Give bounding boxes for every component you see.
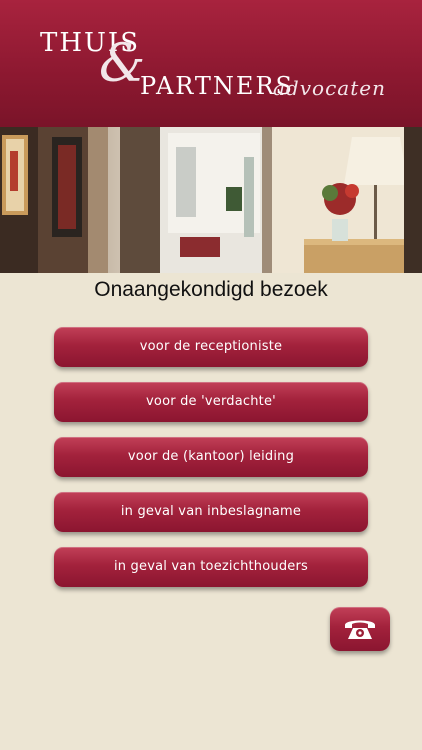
logo-text-advocaten: advocaten [273, 76, 386, 100]
button-kantoor-leiding[interactable]: voor de (kantoor) leiding [54, 437, 368, 477]
phone-icon [345, 620, 375, 639]
header-banner: THUIS & PARTNERS advocaten [0, 0, 422, 127]
office-photo-illustration [0, 127, 422, 273]
logo-text-partners: PARTNERS [140, 72, 294, 100]
button-inbeslagname[interactable]: in geval van inbeslagname [54, 492, 368, 532]
logo-ampersand: & [99, 34, 146, 94]
page-title: Onaangekondigd bezoek [94, 278, 328, 301]
button-verdachte[interactable]: voor de 'verdachte' [54, 382, 368, 422]
button-toezichthouders[interactable]: in geval van toezichthouders [54, 547, 368, 587]
office-photo [0, 127, 422, 273]
call-button[interactable] [330, 607, 390, 651]
button-receptioniste[interactable]: voor de receptioniste [54, 327, 368, 367]
